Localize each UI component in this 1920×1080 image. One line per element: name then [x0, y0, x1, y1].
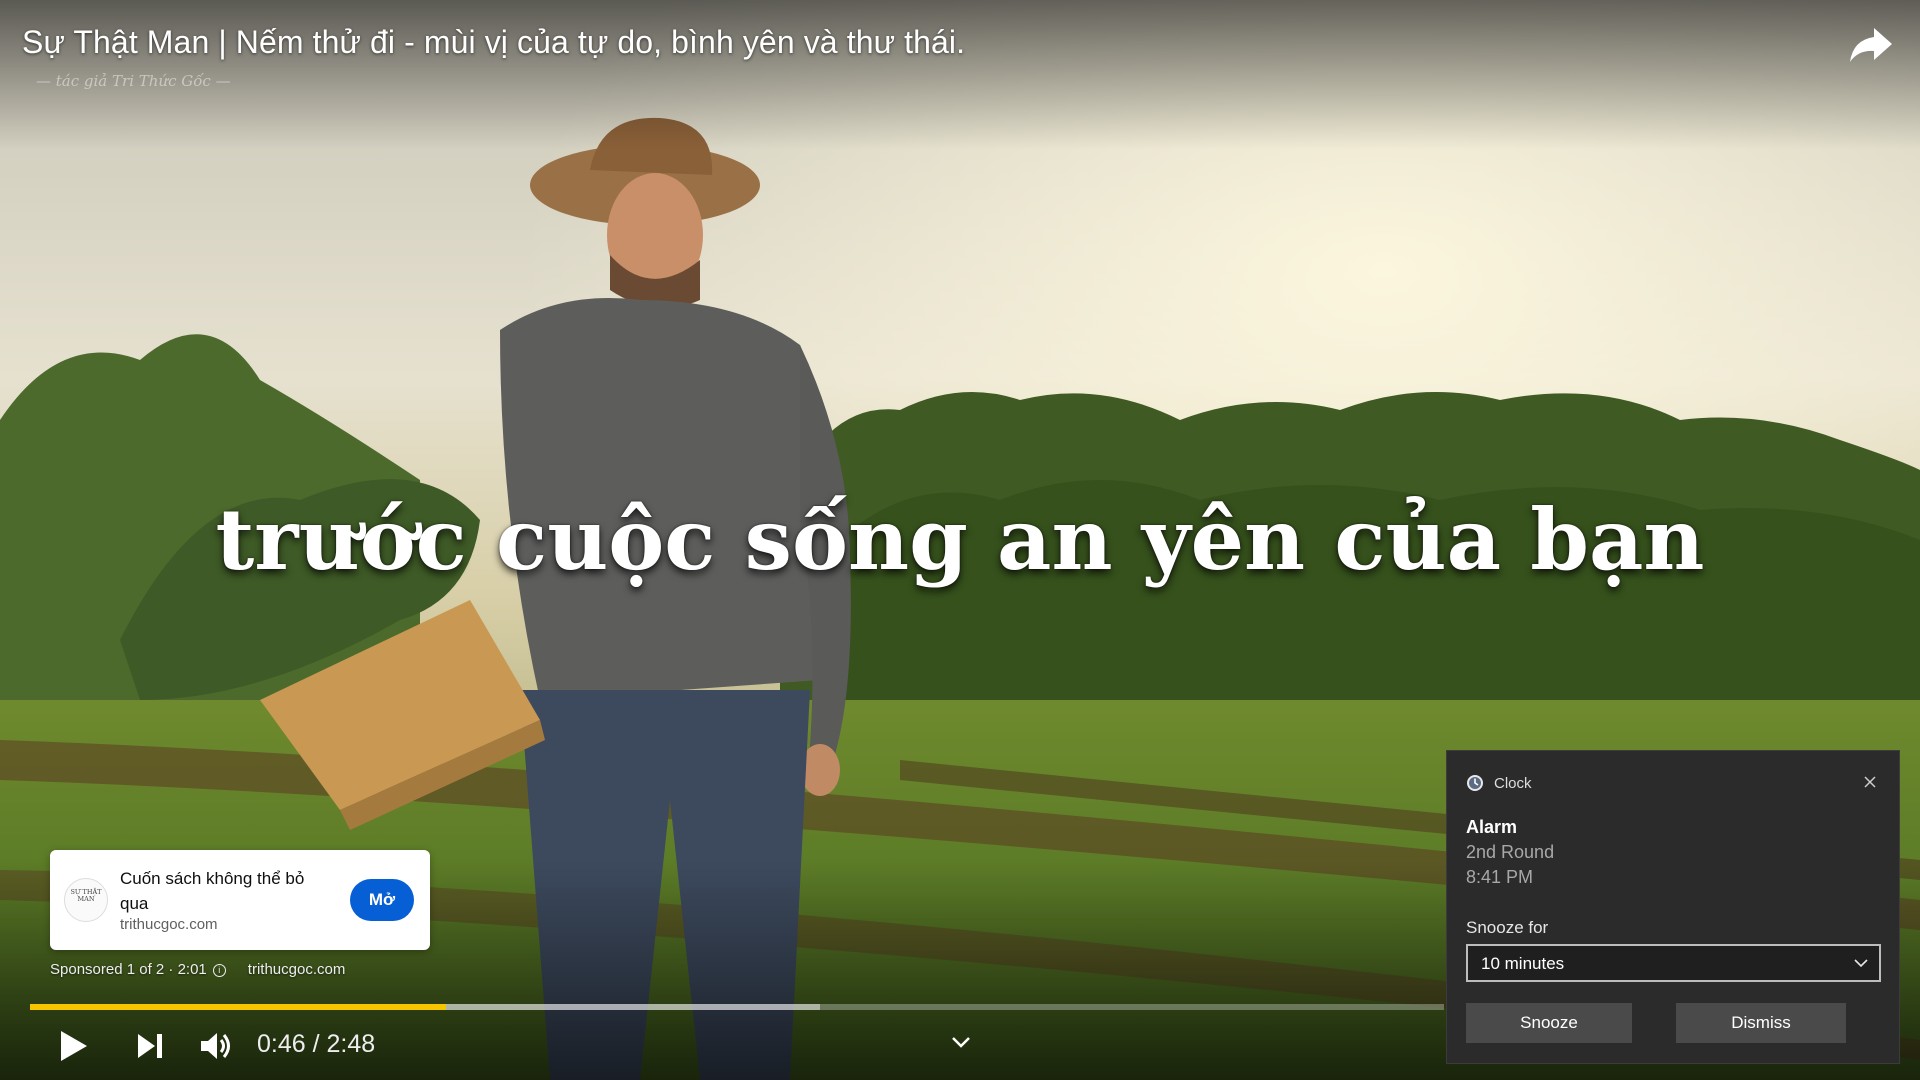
close-icon — [1864, 776, 1876, 788]
play-icon — [61, 1031, 87, 1061]
ad-open-button[interactable]: Mở — [350, 879, 414, 921]
ad-logo-text: SỰ THẬT MAN — [70, 888, 102, 903]
snooze-label: Snooze for — [1466, 918, 1549, 937]
ad-sponsored-label: Sponsored 1 of 2 · 2:01 — [50, 961, 207, 978]
ad-meta: Sponsored 1 of 2 · 2:01 i trithucgoc.com — [50, 961, 345, 978]
alarm-name: 2nd Round — [1466, 842, 1555, 862]
snooze-button[interactable]: Snooze — [1466, 1003, 1632, 1043]
toast-heading: Alarm — [1466, 817, 1518, 837]
toast-close-button[interactable] — [1857, 769, 1883, 795]
video-subtitle: trước cuộc sống an yên của bạn — [215, 490, 1705, 589]
progress-played — [30, 1004, 446, 1010]
ad-card[interactable]: SỰ THẬT MAN Cuốn sách không thể bỏ qua t… — [50, 850, 430, 950]
dismiss-button[interactable]: Dismiss — [1676, 1003, 1846, 1043]
clock-app-icon — [1467, 775, 1483, 791]
alarm-time: 8:41 PM — [1466, 867, 1534, 887]
channel-watermark: — tác giả Tri Thức Gốc — — [36, 72, 231, 90]
next-button[interactable] — [136, 1032, 164, 1060]
share-arrow-icon — [1850, 28, 1892, 62]
ad-logo: SỰ THẬT MAN — [64, 878, 108, 922]
top-overlay-gradient — [0, 0, 1920, 150]
dropdown-chevron-icon — [1854, 959, 1868, 968]
next-icon — [138, 1034, 162, 1058]
ad-info-icon[interactable]: i — [212, 964, 226, 977]
expand-button[interactable] — [950, 1034, 972, 1050]
chevron-down-icon — [952, 1037, 970, 1048]
share-button[interactable] — [1848, 24, 1894, 66]
ad-domain: trithucgoc.com — [120, 916, 218, 933]
volume-icon — [201, 1033, 230, 1059]
time-display: 0:46 / 2:48 — [257, 1030, 376, 1058]
ad-title[interactable]: Cuốn sách không thể bỏ qua — [120, 866, 330, 916]
snooze-duration-select[interactable]: 10 minutes — [1466, 944, 1881, 982]
progress-bar[interactable] — [30, 1004, 1444, 1010]
toast-app-name: Clock — [1494, 775, 1532, 792]
snooze-duration-value: 10 minutes — [1481, 954, 1565, 973]
ad-meta-domain[interactable]: trithucgoc.com — [248, 961, 346, 978]
video-title[interactable]: Sự Thật Man | Nếm thử đi - mùi vị của tự… — [22, 24, 965, 61]
volume-button[interactable] — [199, 1030, 233, 1062]
alarm-notification-toast[interactable]: Clock Alarm 2nd Round 8:41 PM Snooze for… — [1446, 750, 1900, 1064]
play-button[interactable] — [58, 1028, 90, 1064]
